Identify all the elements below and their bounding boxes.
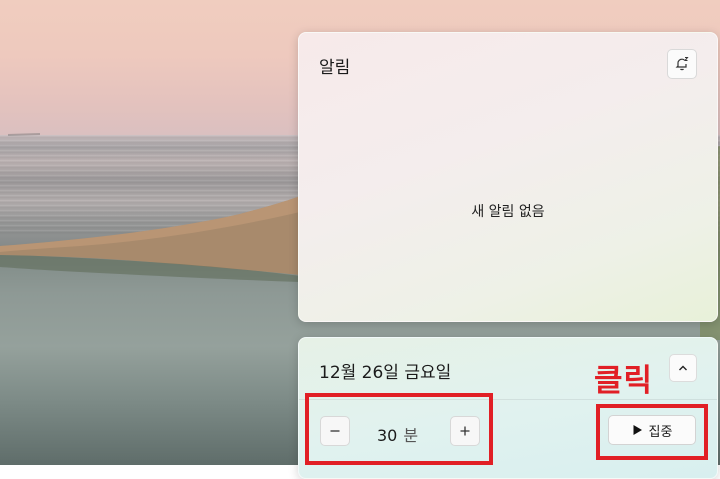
empty-notifications-message: 새 알림 없음 [471,204,545,220]
calendar-date: 12월 26일 금요일 [319,363,452,383]
start-focus-highlight [596,404,708,460]
collapse-calendar-button[interactable] [669,354,697,382]
click-annotation-label: 클릭 [594,363,654,399]
notification-title: 알림 [319,58,351,78]
bell-snooze-icon [675,57,689,71]
do-not-disturb-button[interactable] [667,49,697,79]
focus-timer-highlight [305,393,493,465]
chevron-up-icon [679,365,687,371]
notification-panel: 알림 새 알림 없음 [298,32,718,322]
